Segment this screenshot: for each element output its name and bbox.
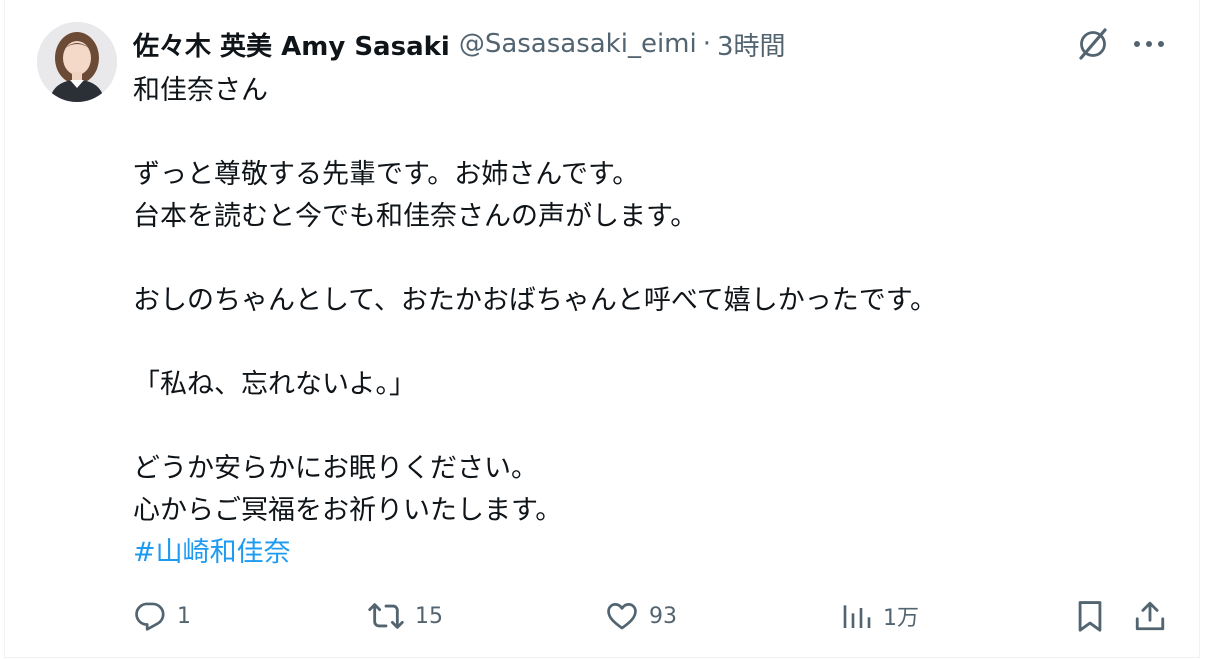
- views-button[interactable]: 1万: [841, 596, 919, 636]
- more-dots-icon: [1134, 41, 1164, 47]
- separator-dot: ·: [702, 29, 712, 59]
- display-name[interactable]: 佐々木 英美 Amy Sasaki: [133, 26, 450, 63]
- retweet-count: 15: [415, 603, 443, 629]
- share-button[interactable]: [1133, 596, 1167, 636]
- grok-button[interactable]: [1073, 24, 1113, 64]
- retweet-button[interactable]: 15: [367, 596, 443, 636]
- tweet-line: [133, 322, 1133, 364]
- reply-count: 1: [177, 603, 191, 629]
- tweet-line: 和佳奈さん: [133, 75, 268, 106]
- bookmark-button[interactable]: [1073, 596, 1107, 636]
- views-count: 1万: [883, 606, 919, 631]
- user-handle[interactable]: @Sasasasaki_eimi: [459, 29, 697, 59]
- bookmark-icon: [1078, 601, 1102, 632]
- tweet-header: 佐々木 英美 Amy Sasaki @Sasasasaki_eimi · 3時間: [133, 24, 786, 64]
- reply-button[interactable]: 1: [133, 596, 191, 636]
- heart-icon: [607, 603, 637, 630]
- views-icon: [843, 605, 871, 628]
- share-icon: [1135, 601, 1165, 631]
- like-button[interactable]: 93: [605, 596, 677, 636]
- tweet-line: 台本を読むと今でも和佳奈さんの声がします。: [133, 201, 698, 232]
- reply-icon: [135, 602, 165, 631]
- tweet-text: 和佳奈さん ずっと尊敬する先輩です。お姉さんです。 台本を読むと今でも和佳奈さん…: [133, 70, 1133, 574]
- timestamp[interactable]: 3時間: [717, 26, 786, 63]
- hashtag-link[interactable]: #山崎和佳奈: [133, 537, 291, 568]
- retweet-icon: [368, 603, 404, 629]
- like-count: 93: [649, 603, 677, 629]
- tweet-line: おしのちゃんとして、おたかおばちゃんと呼べて嬉しかったです。: [133, 285, 938, 316]
- tweet-line: [133, 238, 1133, 280]
- tweet-line: [133, 406, 1133, 448]
- avatar-photo: [37, 22, 117, 102]
- grok-icon: [1079, 28, 1107, 60]
- more-options-button[interactable]: [1129, 24, 1169, 64]
- tweet-line: どうか安らかにお眠りください。: [133, 453, 538, 484]
- tweet-line: 「私ね、忘れないよ。」: [133, 369, 416, 400]
- avatar[interactable]: [37, 22, 117, 102]
- tweet-card[interactable]: 佐々木 英美 Amy Sasaki @Sasasasaki_eimi · 3時間…: [4, 0, 1200, 658]
- tweet-line: 心からご冥福をお祈りいたします。: [133, 495, 563, 526]
- tweet-line: [133, 112, 1133, 154]
- tweet-line: ずっと尊敬する先輩です。お姉さんです。: [133, 159, 640, 190]
